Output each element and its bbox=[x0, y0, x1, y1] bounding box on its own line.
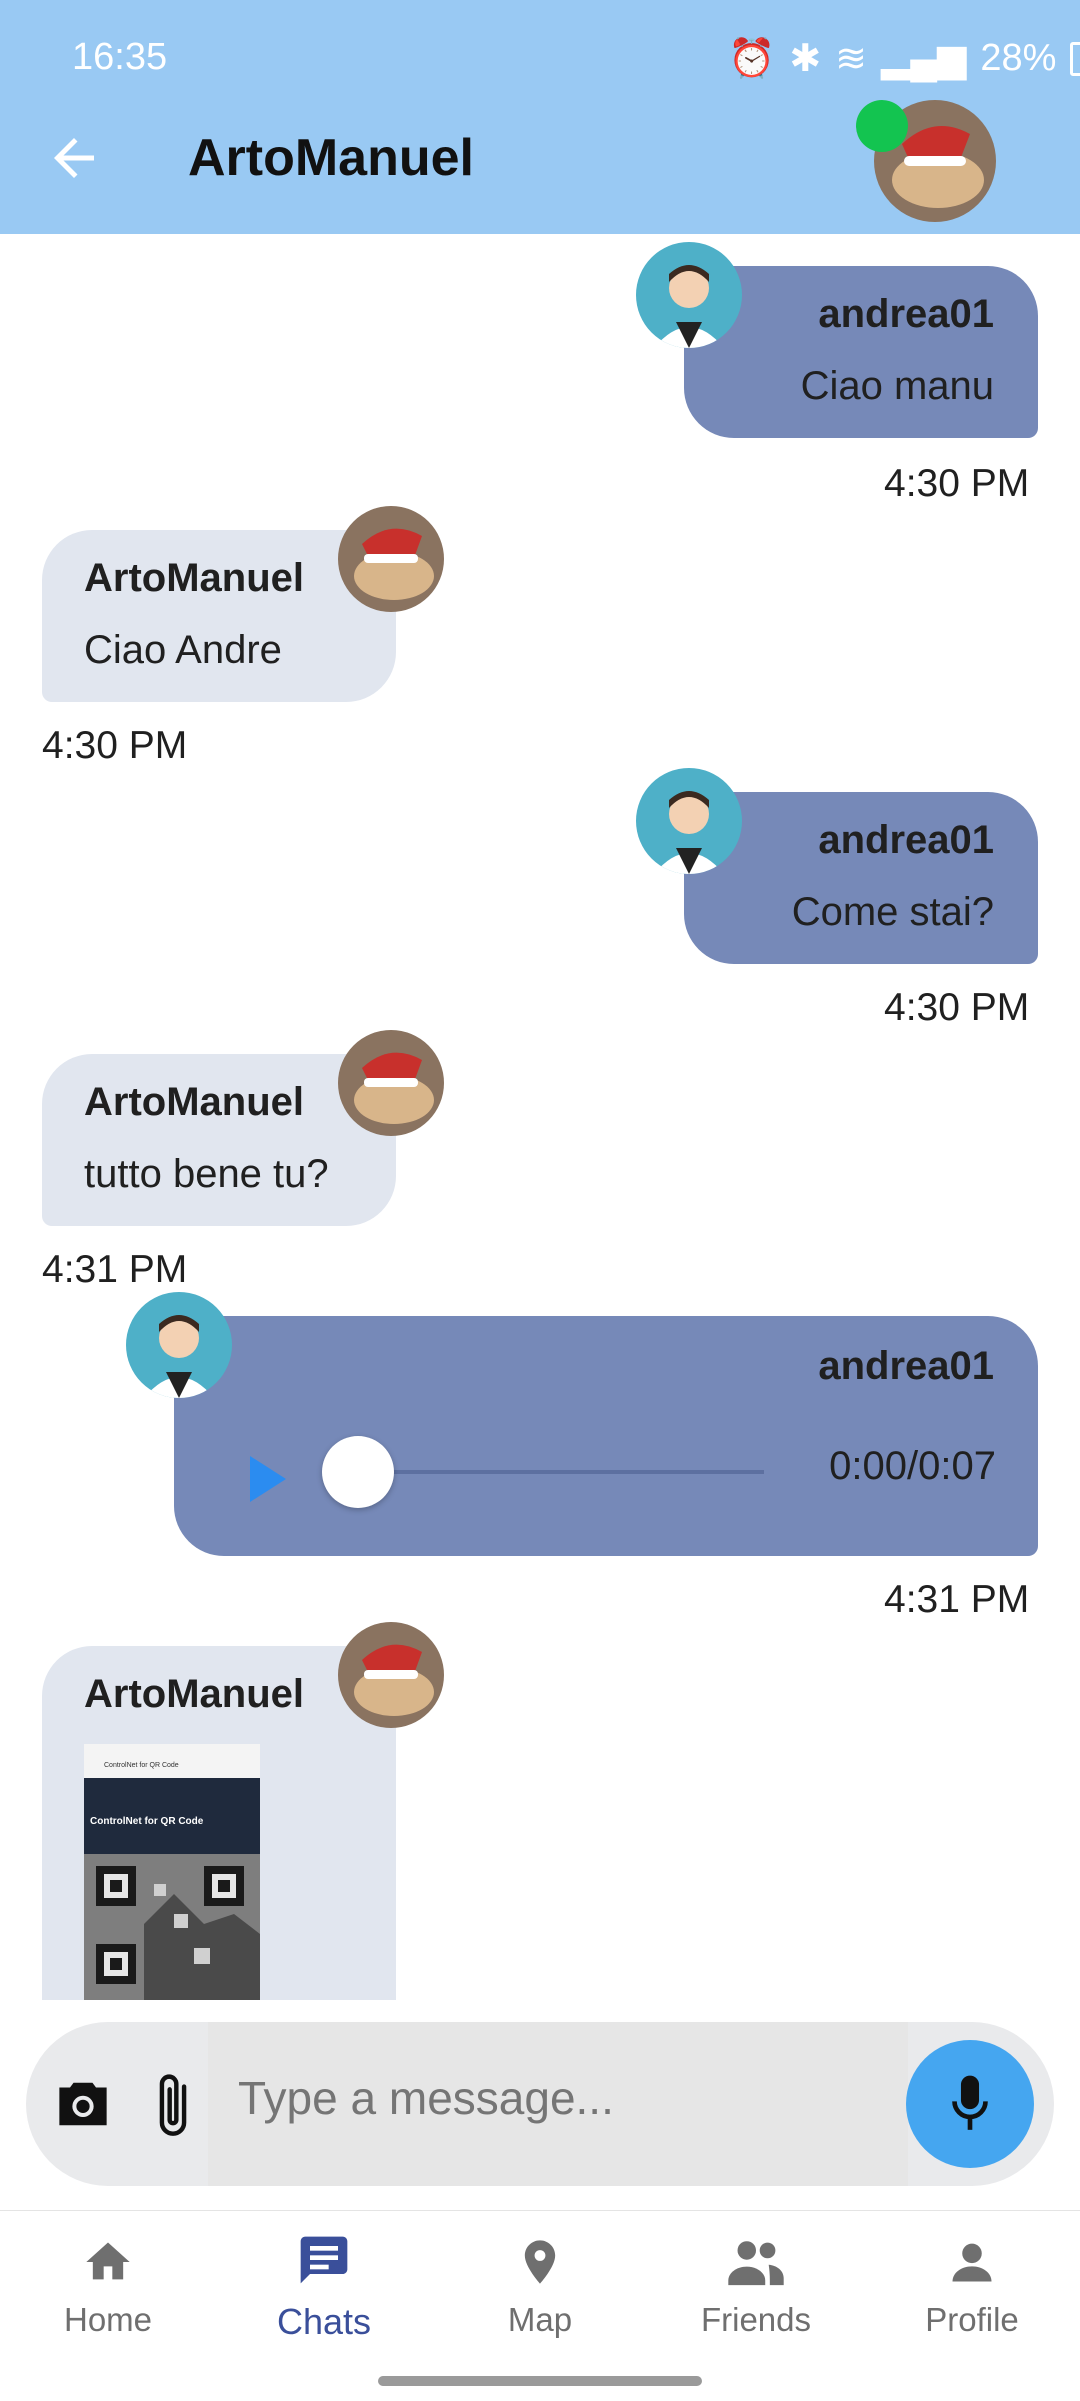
attachment-icon[interactable] bbox=[150, 2070, 196, 2142]
sender-avatar bbox=[338, 1030, 444, 1136]
status-icons: ⏰ ✱ ≋ ▂▄▆ 28% bbox=[728, 36, 1080, 81]
message-time: 4:30 PM bbox=[42, 724, 188, 767]
nav-home[interactable]: Home bbox=[8, 2236, 208, 2339]
sender-avatar bbox=[126, 1292, 232, 1398]
message-sender: ArtoManuel bbox=[84, 556, 304, 600]
message-text: tutto bene tu? bbox=[84, 1152, 329, 1196]
message-time: 4:30 PM bbox=[884, 986, 1030, 1029]
nav-chats[interactable]: Chats bbox=[224, 2232, 424, 2343]
status-time: 16:35 bbox=[72, 36, 168, 78]
audio-duration: 0:00/0:07 bbox=[829, 1444, 996, 1488]
message-time: 4:31 PM bbox=[42, 1248, 188, 1291]
battery-icon bbox=[1070, 41, 1080, 76]
message-sender: ArtoManuel bbox=[84, 1080, 304, 1124]
wifi-icon: ≋ bbox=[835, 38, 868, 80]
nav-profile[interactable]: Profile bbox=[872, 2236, 1072, 2339]
alarm-icon: ⏰ bbox=[728, 37, 776, 80]
message-sender: ArtoManuel bbox=[84, 1672, 304, 1716]
nav-label: Home bbox=[63, 2301, 153, 2338]
home-icon bbox=[86, 2242, 130, 2280]
nav-friends[interactable]: Friends bbox=[656, 2236, 856, 2339]
back-arrow-icon[interactable] bbox=[44, 128, 104, 188]
nav-label: Map bbox=[507, 2301, 573, 2338]
nav-label: Friends bbox=[700, 2301, 812, 2338]
online-status-dot bbox=[856, 100, 908, 152]
message-time: 4:30 PM bbox=[884, 462, 1030, 505]
signal-icon: ▂▄▆ bbox=[881, 38, 967, 80]
profile-icon bbox=[952, 2243, 992, 2282]
nav-label: Chats bbox=[276, 2301, 372, 2342]
map-pin-icon bbox=[524, 2240, 556, 2284]
home-indicator bbox=[378, 2376, 702, 2386]
camera-icon[interactable] bbox=[54, 2078, 112, 2130]
bluetooth-icon: ✱ bbox=[789, 38, 822, 80]
sender-avatar bbox=[338, 506, 444, 612]
message-text: Ciao Andre bbox=[84, 628, 282, 672]
audio-seek-thumb[interactable] bbox=[322, 1436, 394, 1508]
friends-icon bbox=[728, 2241, 784, 2286]
message-text: Come stai? bbox=[791, 890, 994, 934]
message-sender: andrea01 bbox=[818, 818, 994, 862]
message-time: 4:31 PM bbox=[884, 1578, 1030, 1621]
sender-avatar bbox=[338, 1622, 444, 1728]
message-sender: andrea01 bbox=[818, 292, 994, 336]
chat-icon bbox=[300, 2236, 348, 2284]
message-input[interactable] bbox=[236, 2070, 840, 2126]
shared-image-thumbnail[interactable]: ControlNet for QR Code ControlNet for QR… bbox=[84, 1744, 260, 2000]
sender-avatar bbox=[636, 768, 742, 874]
sender-avatar bbox=[636, 242, 742, 348]
message-sender: andrea01 bbox=[818, 1344, 994, 1388]
microphone-icon bbox=[952, 2075, 988, 2130]
nav-label: Profile bbox=[925, 2301, 1019, 2338]
image-browser-title: ControlNet for QR Code bbox=[104, 1762, 179, 1769]
chat-title: ArtoManuel bbox=[188, 129, 474, 187]
mic-button[interactable] bbox=[906, 2040, 1034, 2168]
audio-message-bubble[interactable]: andrea01 0:00/0:07 bbox=[174, 1316, 1038, 1556]
message-text: Ciao manu bbox=[800, 364, 994, 408]
image-page-heading: ControlNet for QR Code bbox=[90, 1816, 204, 1827]
battery-level: 28% bbox=[980, 37, 1057, 79]
nav-map[interactable]: Map bbox=[440, 2236, 640, 2339]
play-icon[interactable] bbox=[248, 1454, 288, 1504]
